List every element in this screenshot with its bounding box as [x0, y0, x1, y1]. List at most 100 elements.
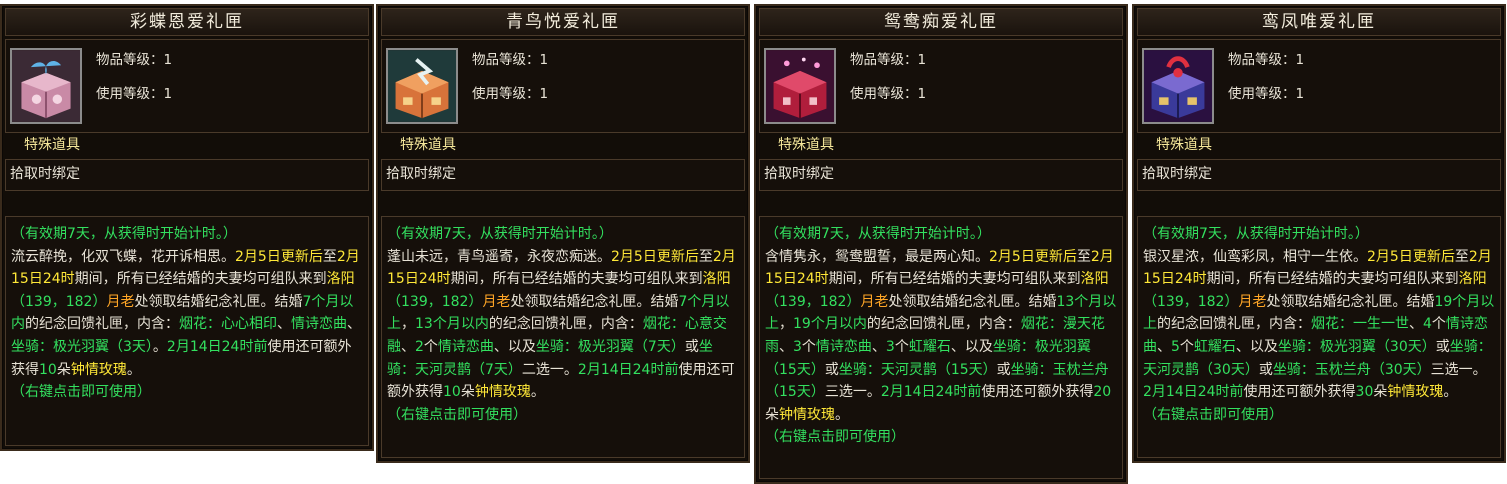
desc-segment: 流云醉挽，化双飞蝶，花开诉相思。: [11, 248, 235, 265]
red-gift-box-icon[interactable]: [764, 48, 836, 124]
desc-segment: （139，182）: [387, 293, 483, 310]
desc-segment: 朵: [56, 361, 71, 378]
desc-segment: 或: [684, 338, 699, 355]
desc-segment: 2月5日更新后: [1367, 248, 1455, 265]
desc-segment: 5: [1171, 338, 1180, 355]
desc-segment: 、以及: [1235, 338, 1278, 355]
desc-segment: 个: [1431, 316, 1446, 333]
item-description: （有效期7天，从获得时开始计时。） 流云醉挽，化双飞蝶，花开诉相思。2月5日更新…: [5, 216, 369, 446]
desc-segment: 钟情玫瑰: [474, 384, 531, 401]
desc-segment: 洛阳: [1458, 271, 1487, 288]
desc-segment: 或: [824, 361, 839, 378]
description-body: 流云醉挽，化双飞蝶，花开诉相思。2月5日更新后至2月15日24时期间，所有已经结…: [11, 246, 363, 382]
item-header: 物品等级：1 使用等级：1: [759, 39, 1123, 133]
desc-segment: 钟情玫瑰: [779, 406, 835, 423]
desc-segment: 坐骑：天河灵鹊（15天）: [838, 361, 997, 378]
right-click-hint: （右键点击即可使用）: [765, 429, 905, 446]
bind-on-pickup-label: 拾取时绑定: [1137, 159, 1501, 191]
desc-segment: 或: [1258, 361, 1273, 378]
item-description: （有效期7天，从获得时开始计时。） 银汉星浓，仙鸾彩凤，相守一生依。2月5日更新…: [1137, 216, 1501, 458]
purple-gift-box-icon[interactable]: [1142, 48, 1214, 124]
desc-segment: 2月5日更新后: [611, 248, 699, 265]
desc-segment: 20: [1093, 384, 1112, 401]
desc-segment: 3: [885, 338, 895, 355]
item-tooltip-yuanyang: 鸳鸯痴爱礼匣 物品等级：1 使用等级：1 特殊道具 拾取时绑定 （有效期7天，从…: [754, 4, 1128, 484]
desc-segment: 至: [1076, 248, 1091, 265]
item-tooltip-luanfeng: 鸾凤唯爱礼匣 物品等级：1 使用等级：1 特殊道具 拾取时绑定 （有效期7天，从…: [1132, 4, 1506, 463]
desc-segment: 使用还可额外获得: [981, 384, 1094, 401]
desc-segment: 期间，所有已经结婚的夫妻均可组队来到: [74, 271, 327, 288]
desc-segment: 三选一。: [824, 384, 881, 401]
desc-segment: 、: [401, 338, 415, 355]
desc-segment: 情诗恋曲: [815, 338, 872, 355]
right-click-hint: （右键点击即可使用）: [11, 384, 151, 401]
validity-text: （有效期7天，从获得时开始计时。）: [387, 226, 613, 242]
pink-gift-box-icon[interactable]: [10, 48, 82, 124]
item-description: （有效期7天，从获得时开始计时。） 蓬山未远，青鸟遥寄，永夜恋痴迷。2月5日更新…: [381, 216, 745, 458]
use-level: 使用等级：1: [472, 86, 549, 102]
desc-segment: 2月14日24时前: [577, 361, 679, 378]
item-title: 青鸟悦爱礼匣: [381, 8, 745, 36]
use-level: 使用等级：1: [1228, 86, 1305, 102]
desc-segment: 钟情玫瑰: [70, 361, 127, 378]
item-description: （有效期7天，从获得时开始计时。） 含情隽永，鸳鸯盟誓，最是两心知。2月5日更新…: [759, 216, 1123, 479]
special-item-label: 特殊道具: [400, 137, 456, 153]
desc-segment: （139，182）: [765, 293, 861, 310]
desc-segment: 19个月以内: [793, 316, 867, 333]
desc-segment: 坐骑：极光羽翼（30天）: [1277, 338, 1436, 355]
orange-gift-box-icon[interactable]: [386, 48, 458, 124]
desc-segment: 的纪念回馈礼匣，内含：: [1157, 316, 1311, 333]
desc-segment: 。: [152, 338, 167, 355]
desc-segment: 情诗恋曲: [291, 316, 347, 333]
desc-segment: 、: [871, 338, 886, 355]
desc-segment: 个: [801, 338, 816, 355]
desc-segment: 2月5日更新后: [235, 248, 323, 265]
desc-segment: 烟花：心心相印: [179, 316, 277, 333]
desc-segment: 个: [894, 338, 909, 355]
item-title: 鸳鸯痴爱礼匣: [759, 8, 1123, 36]
description-body: 含情隽永，鸳鸯盟誓，最是两心知。2月5日更新后至2月15日24时期间，所有已经结…: [765, 246, 1117, 427]
desc-segment: 的纪念回馈礼匣，内含：: [488, 316, 643, 333]
desc-segment: 钟情玫瑰: [1387, 384, 1444, 401]
desc-segment: 、: [347, 316, 361, 333]
desc-segment: 个: [423, 338, 438, 355]
desc-segment: 坐骑：玉枕兰舟（30天）: [1272, 361, 1431, 378]
desc-segment: 至: [322, 248, 337, 265]
special-item-label: 特殊道具: [24, 137, 80, 153]
desc-segment: 处领取结婚纪念礼匣。结婚: [510, 293, 679, 310]
item-level: 物品等级：1: [1228, 52, 1305, 68]
item-title: 鸾凤唯爱礼匣: [1137, 8, 1501, 36]
desc-segment: 虹耀石: [908, 338, 951, 355]
validity-text: （有效期7天，从获得时开始计时。）: [11, 226, 237, 242]
desc-segment: 。: [1443, 384, 1458, 401]
desc-segment: 2月5日更新后: [989, 248, 1077, 265]
desc-segment: 。: [126, 361, 141, 378]
bind-on-pickup-label: 拾取时绑定: [759, 159, 1123, 191]
desc-segment: 烟花：一生一世: [1311, 316, 1409, 333]
desc-segment: 使用还可额外获得: [1243, 384, 1356, 401]
special-item-label: 特殊道具: [778, 137, 834, 153]
desc-segment: 个: [1179, 338, 1194, 355]
special-item-label: 特殊道具: [1156, 137, 1212, 153]
desc-segment: 2月14日24时前: [880, 384, 982, 401]
desc-segment: 含情隽永，鸳鸯盟誓，最是两心知。: [765, 248, 989, 265]
right-click-hint: （右键点击即可使用）: [1143, 406, 1283, 423]
desc-segment: 洛阳: [1080, 271, 1109, 288]
desc-segment: 。: [835, 406, 849, 423]
bind-on-pickup-label: 拾取时绑定: [5, 159, 369, 191]
right-click-hint: （右键点击即可使用）: [387, 406, 527, 423]
desc-segment: 洛阳: [326, 271, 355, 288]
description-body: 蓬山未远，青鸟遥寄，永夜恋痴迷。2月5日更新后至2月15日24时期间，所有已经结…: [387, 246, 739, 404]
desc-segment: 4: [1423, 316, 1432, 333]
bind-on-pickup-label: 拾取时绑定: [381, 159, 745, 191]
desc-segment: ，: [401, 316, 415, 333]
desc-segment: 洛阳: [702, 271, 731, 288]
description-body: 银汉星浓，仙鸾彩凤，相守一生依。2月5日更新后至2月15日24时期间，所有已经结…: [1143, 246, 1495, 404]
item-header: 物品等级：1 使用等级：1: [5, 39, 369, 133]
desc-segment: 银汉星浓，仙鸾彩凤，相守一生依。: [1143, 248, 1367, 265]
desc-segment: 2月14日24时前: [1143, 384, 1244, 401]
desc-segment: 情诗恋曲: [437, 338, 494, 355]
desc-segment: 、以及: [493, 338, 536, 355]
desc-segment: 10: [39, 361, 57, 378]
desc-segment: 处领取结婚纪念礼匣。结婚: [134, 293, 303, 310]
